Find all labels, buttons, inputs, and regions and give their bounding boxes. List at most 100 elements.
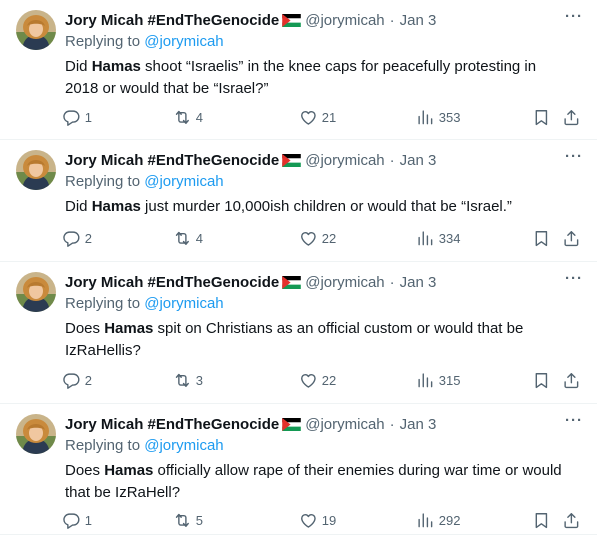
- like-button[interactable]: 21: [299, 107, 336, 127]
- tweet-thread: Jory Micah #EndTheGenocide @jorymicah · …: [0, 0, 597, 535]
- views-icon: [416, 511, 435, 530]
- user-handle[interactable]: @jorymicah: [305, 152, 384, 169]
- tweet-text-bold: Hamas: [104, 320, 154, 337]
- like-count: 21: [321, 109, 337, 125]
- more-icon[interactable]: ···: [565, 413, 583, 428]
- retweet-count: 5: [195, 512, 203, 528]
- reply-count: 1: [84, 109, 92, 125]
- palestine-flag-icon: [282, 276, 301, 289]
- tweet[interactable]: Jory Micah #EndTheGenocide @jorymicah · …: [0, 262, 597, 404]
- tweet-text-start: Did: [65, 58, 92, 75]
- more-icon[interactable]: ···: [565, 271, 583, 286]
- display-name[interactable]: Jory Micah #EndTheGenocide: [65, 152, 279, 169]
- user-handle[interactable]: @jorymicah: [305, 416, 384, 433]
- tweet[interactable]: Jory Micah #EndTheGenocide @jorymicah · …: [0, 0, 597, 140]
- views-button[interactable]: 292: [416, 510, 460, 530]
- like-button[interactable]: 19: [299, 510, 336, 530]
- reply-icon: [62, 229, 81, 248]
- heart-icon: [299, 371, 318, 390]
- replying-to-label: Replying to: [65, 437, 141, 454]
- display-name[interactable]: Jory Micah #EndTheGenocide: [65, 12, 279, 29]
- share-icon: [562, 108, 581, 127]
- user-handle[interactable]: @jorymicah: [305, 274, 384, 291]
- share-button[interactable]: [562, 510, 581, 530]
- bookmark-button[interactable]: [532, 228, 551, 248]
- views-button[interactable]: 315: [416, 370, 460, 390]
- tweet-text-start: Did: [65, 198, 92, 215]
- tweet[interactable]: Jory Micah #EndTheGenocide @jorymicah · …: [0, 404, 597, 535]
- tweet-text-start: Does: [65, 462, 105, 479]
- timestamp[interactable]: Jan 3: [400, 152, 437, 169]
- view-count: 315: [438, 372, 461, 388]
- share-button[interactable]: [562, 370, 581, 390]
- reply-button[interactable]: 1: [62, 107, 92, 127]
- retweet-count: 4: [195, 109, 203, 125]
- separator-dot: ·: [389, 151, 395, 169]
- retweet-button[interactable]: 5: [173, 510, 203, 530]
- reply-icon: [62, 108, 81, 127]
- avatar[interactable]: [16, 272, 56, 312]
- reply-icon: [62, 511, 81, 530]
- palestine-flag-icon: [282, 418, 301, 431]
- share-icon: [562, 371, 581, 390]
- share-icon: [562, 229, 581, 248]
- view-count: 292: [438, 512, 461, 528]
- more-icon[interactable]: ···: [565, 149, 583, 164]
- views-icon: [416, 229, 435, 248]
- replying-to: Replying to @jorymicah: [65, 33, 224, 50]
- share-icon: [562, 511, 581, 530]
- timestamp[interactable]: Jan 3: [400, 274, 437, 291]
- bookmark-button[interactable]: [532, 510, 551, 530]
- tweet-text: Did Hamas shoot “Israelis” in the knee c…: [65, 56, 565, 100]
- tweet-header: Jory Micah #EndTheGenocide @jorymicah · …: [65, 150, 581, 170]
- tweet-text-end: just murder 10,000ish children or would …: [140, 198, 512, 215]
- separator-dot: ·: [389, 273, 395, 291]
- timestamp[interactable]: Jan 3: [400, 416, 437, 433]
- tweet-header: Jory Micah #EndTheGenocide @jorymicah · …: [65, 10, 581, 30]
- tweet[interactable]: Jory Micah #EndTheGenocide @jorymicah · …: [0, 140, 597, 262]
- avatar[interactable]: [16, 10, 56, 50]
- heart-icon: [299, 108, 318, 127]
- bookmark-icon: [532, 511, 551, 530]
- reply-button[interactable]: 1: [62, 510, 92, 530]
- reply-button[interactable]: 2: [62, 370, 92, 390]
- separator-dot: ·: [389, 415, 395, 433]
- bookmark-button[interactable]: [532, 370, 551, 390]
- replying-to-handle[interactable]: @jorymicah: [144, 33, 223, 50]
- replying-to-handle[interactable]: @jorymicah: [144, 437, 223, 454]
- display-name[interactable]: Jory Micah #EndTheGenocide: [65, 416, 279, 433]
- tweet-actions: 2 3 22 315: [62, 370, 583, 390]
- tweet-text-bold: Hamas: [91, 58, 141, 75]
- bookmark-button[interactable]: [532, 107, 551, 127]
- retweet-button[interactable]: 4: [173, 107, 203, 127]
- replying-to-handle[interactable]: @jorymicah: [144, 173, 223, 190]
- more-icon[interactable]: ···: [565, 9, 583, 24]
- like-button[interactable]: 22: [299, 228, 336, 248]
- heart-icon: [299, 511, 318, 530]
- views-button[interactable]: 334: [416, 228, 460, 248]
- views-icon: [416, 108, 435, 127]
- reply-count: 1: [84, 512, 92, 528]
- view-count: 334: [438, 230, 461, 246]
- avatar[interactable]: [16, 414, 56, 454]
- separator-dot: ·: [389, 11, 395, 29]
- heart-icon: [299, 229, 318, 248]
- tweet-actions: 1 4 21 353: [62, 107, 583, 127]
- retweet-button[interactable]: 3: [173, 370, 203, 390]
- user-handle[interactable]: @jorymicah: [305, 12, 384, 29]
- timestamp[interactable]: Jan 3: [400, 12, 437, 29]
- tweet-text-bold: Hamas: [91, 198, 141, 215]
- views-button[interactable]: 353: [416, 107, 460, 127]
- share-button[interactable]: [562, 107, 581, 127]
- share-button[interactable]: [562, 228, 581, 248]
- retweet-icon: [173, 371, 192, 390]
- avatar[interactable]: [16, 150, 56, 190]
- like-button[interactable]: 22: [299, 370, 336, 390]
- reply-button[interactable]: 2: [62, 228, 92, 248]
- retweet-icon: [173, 108, 192, 127]
- retweet-button[interactable]: 4: [173, 228, 203, 248]
- tweet-text: Does Hamas spit on Christians as an offi…: [65, 318, 565, 362]
- display-name[interactable]: Jory Micah #EndTheGenocide: [65, 274, 279, 291]
- like-count: 22: [321, 372, 337, 388]
- replying-to-handle[interactable]: @jorymicah: [144, 295, 223, 312]
